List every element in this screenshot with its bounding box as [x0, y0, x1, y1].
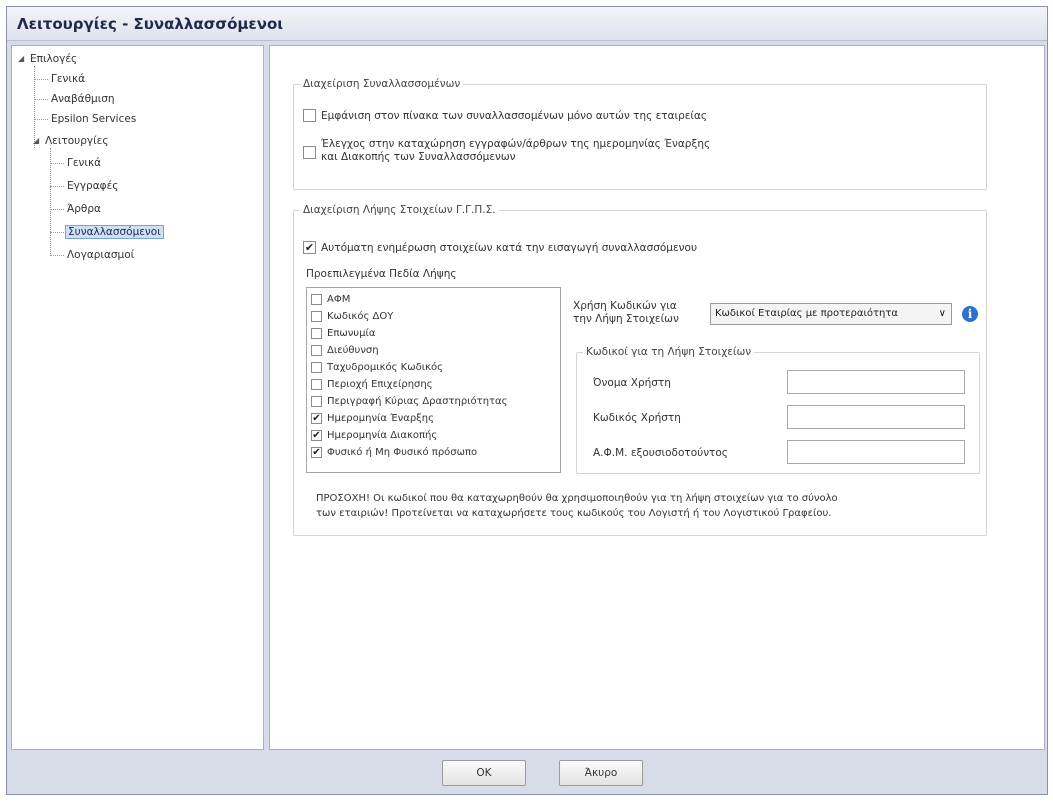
ok-button[interactable]: OK — [442, 760, 526, 786]
codes-usage-label-line2: την Λήψη Στοιχείων — [573, 313, 679, 325]
window-title: Λειτουργίες - Συναλλασσόμενοι — [7, 7, 1047, 41]
show-company-only-label: Εμφάνιση στον πίνακα των συναλλασσομένων… — [321, 110, 708, 122]
check-dates-checkbox[interactable] — [303, 146, 316, 159]
tree-item-accounts[interactable]: Λογαριασμοί — [65, 248, 136, 262]
tree-connector — [34, 79, 48, 80]
expand-triangle-icon[interactable]: ◢ — [18, 52, 24, 66]
counterparties-management-group: Διαχείριση Συναλλασσομένων — [293, 78, 987, 190]
tree-connector — [34, 119, 48, 120]
warning-note-line1: ΠΡΟΣΟΧΗ! Οι κωδικοί που θα καταχωρηθούν … — [316, 493, 838, 504]
field-label: Διεύθυνση — [327, 345, 379, 356]
tree-item-articles[interactable]: Άρθρα — [65, 202, 103, 216]
field-checkbox[interactable]: ✔ — [311, 413, 322, 424]
field-label: Ημερομηνία Διακοπής — [327, 430, 438, 441]
field-checkbox[interactable] — [311, 362, 322, 373]
field-checkbox[interactable] — [311, 311, 322, 322]
options-tree: ◢ Επιλογές Γενικά Αναβάθμιση Epsilon Ser… — [11, 45, 264, 750]
password-label: Κωδικός Χρήστη — [593, 412, 681, 424]
authorizer-afm-label: Α.Φ.Μ. εξουσιοδοτούντος — [593, 447, 728, 459]
tree-item-counterparties[interactable]: Συναλλασσόμενοι — [65, 225, 164, 239]
tree-item-functions-general[interactable]: Γενικά — [65, 156, 103, 170]
tree-connector — [34, 99, 48, 100]
default-fields-list[interactable]: ΑΦΜ Κωδικός ΔΟΥ Επωνυμία Διεύθυνση Ταχυδ… — [306, 287, 561, 473]
codes-usage-label-line1: Χρήση Κωδικών για — [573, 300, 677, 312]
field-label: Ταχυδρομικός Κωδικός — [327, 362, 443, 373]
tree-connector — [50, 232, 64, 233]
settings-panel: Διαχείριση Συναλλασσομένων Εμφάνιση στον… — [269, 45, 1045, 750]
tree-item-general[interactable]: Γενικά — [49, 72, 87, 86]
field-label: Περιοχή Επιχείρησης — [327, 379, 433, 390]
field-label: Φυσικό ή Μη Φυσικό πρόσωπο — [327, 447, 478, 458]
tree-item-functions[interactable]: Λειτουργίες — [43, 134, 111, 148]
tree-connector — [50, 209, 64, 210]
field-checkbox[interactable] — [311, 379, 322, 390]
check-dates-label-line1: Έλεγχος στην καταχώρηση εγγραφών/άρθρων … — [321, 138, 711, 150]
field-label: ΑΦΜ — [327, 294, 351, 305]
info-icon[interactable]: i — [962, 306, 978, 322]
show-company-only-checkbox[interactable] — [303, 109, 316, 122]
field-checkbox[interactable]: ✔ — [311, 447, 322, 458]
field-checkbox[interactable] — [311, 294, 322, 305]
tree-connector — [50, 148, 51, 256]
username-input[interactable] — [787, 370, 965, 394]
tree-connector — [50, 255, 64, 256]
auto-update-checkbox[interactable]: ✔ — [303, 241, 316, 254]
field-checkbox[interactable] — [311, 345, 322, 356]
dialog-footer: OK Άκυρο — [7, 750, 1047, 794]
cancel-button[interactable]: Άκυρο — [559, 760, 643, 786]
username-label: Όνομα Χρήστη — [593, 377, 671, 389]
expand-triangle-icon[interactable]: ◢ — [33, 134, 39, 148]
field-checkbox[interactable] — [311, 396, 322, 407]
tree-item-upgrade[interactable]: Αναβάθμιση — [49, 92, 117, 106]
group-legend: Διαχείριση Λήψης Στοιχείων Γ.Γ.Π.Σ. — [303, 204, 496, 216]
authorizer-afm-input[interactable] — [787, 440, 965, 464]
tree-connector — [50, 186, 64, 187]
field-label: Επωνυμία — [327, 328, 376, 339]
options-window: Λειτουργίες - Συναλλασσόμενοι ◢ Επιλογές… — [6, 6, 1048, 795]
group-legend: Διαχείριση Συναλλασσομένων — [303, 78, 461, 90]
codes-usage-select[interactable]: Κωδικοί Εταιρίας με προτεραιότητα ∨ — [710, 303, 952, 325]
field-checkbox[interactable]: ✔ — [311, 430, 322, 441]
password-input[interactable] — [787, 405, 965, 429]
codes-usage-value: Κωδικοί Εταιρίας με προτεραιότητα — [715, 308, 898, 319]
tree-item-entries[interactable]: Εγγραφές — [65, 179, 120, 193]
group-legend: Κωδικοί για τη Λήψη Στοιχείων — [586, 346, 752, 358]
field-label: Ημερομηνία Έναρξης — [327, 413, 434, 424]
auto-update-label: Αυτόματη ενημέρωση στοιχείων κατά την ει… — [321, 242, 698, 254]
check-dates-label-line2: και Διακοπής των Συναλλασσόμενων — [321, 151, 516, 163]
field-label: Περιγραφή Κύριας Δραστηριότητας — [327, 396, 508, 407]
tree-item-epsilon-services[interactable]: Epsilon Services — [49, 112, 138, 126]
default-fields-label: Προεπιλεγμένα Πεδία Λήψης — [306, 268, 457, 280]
tree-connector — [50, 163, 64, 164]
tree-item-options[interactable]: Επιλογές — [28, 52, 79, 66]
warning-note-line2: των εταιριών! Προτείνεται να καταχωρήσετ… — [316, 508, 832, 519]
field-label: Κωδικός ΔΟΥ — [327, 311, 394, 322]
chevron-down-icon: ∨ — [938, 308, 946, 319]
field-checkbox[interactable] — [311, 328, 322, 339]
